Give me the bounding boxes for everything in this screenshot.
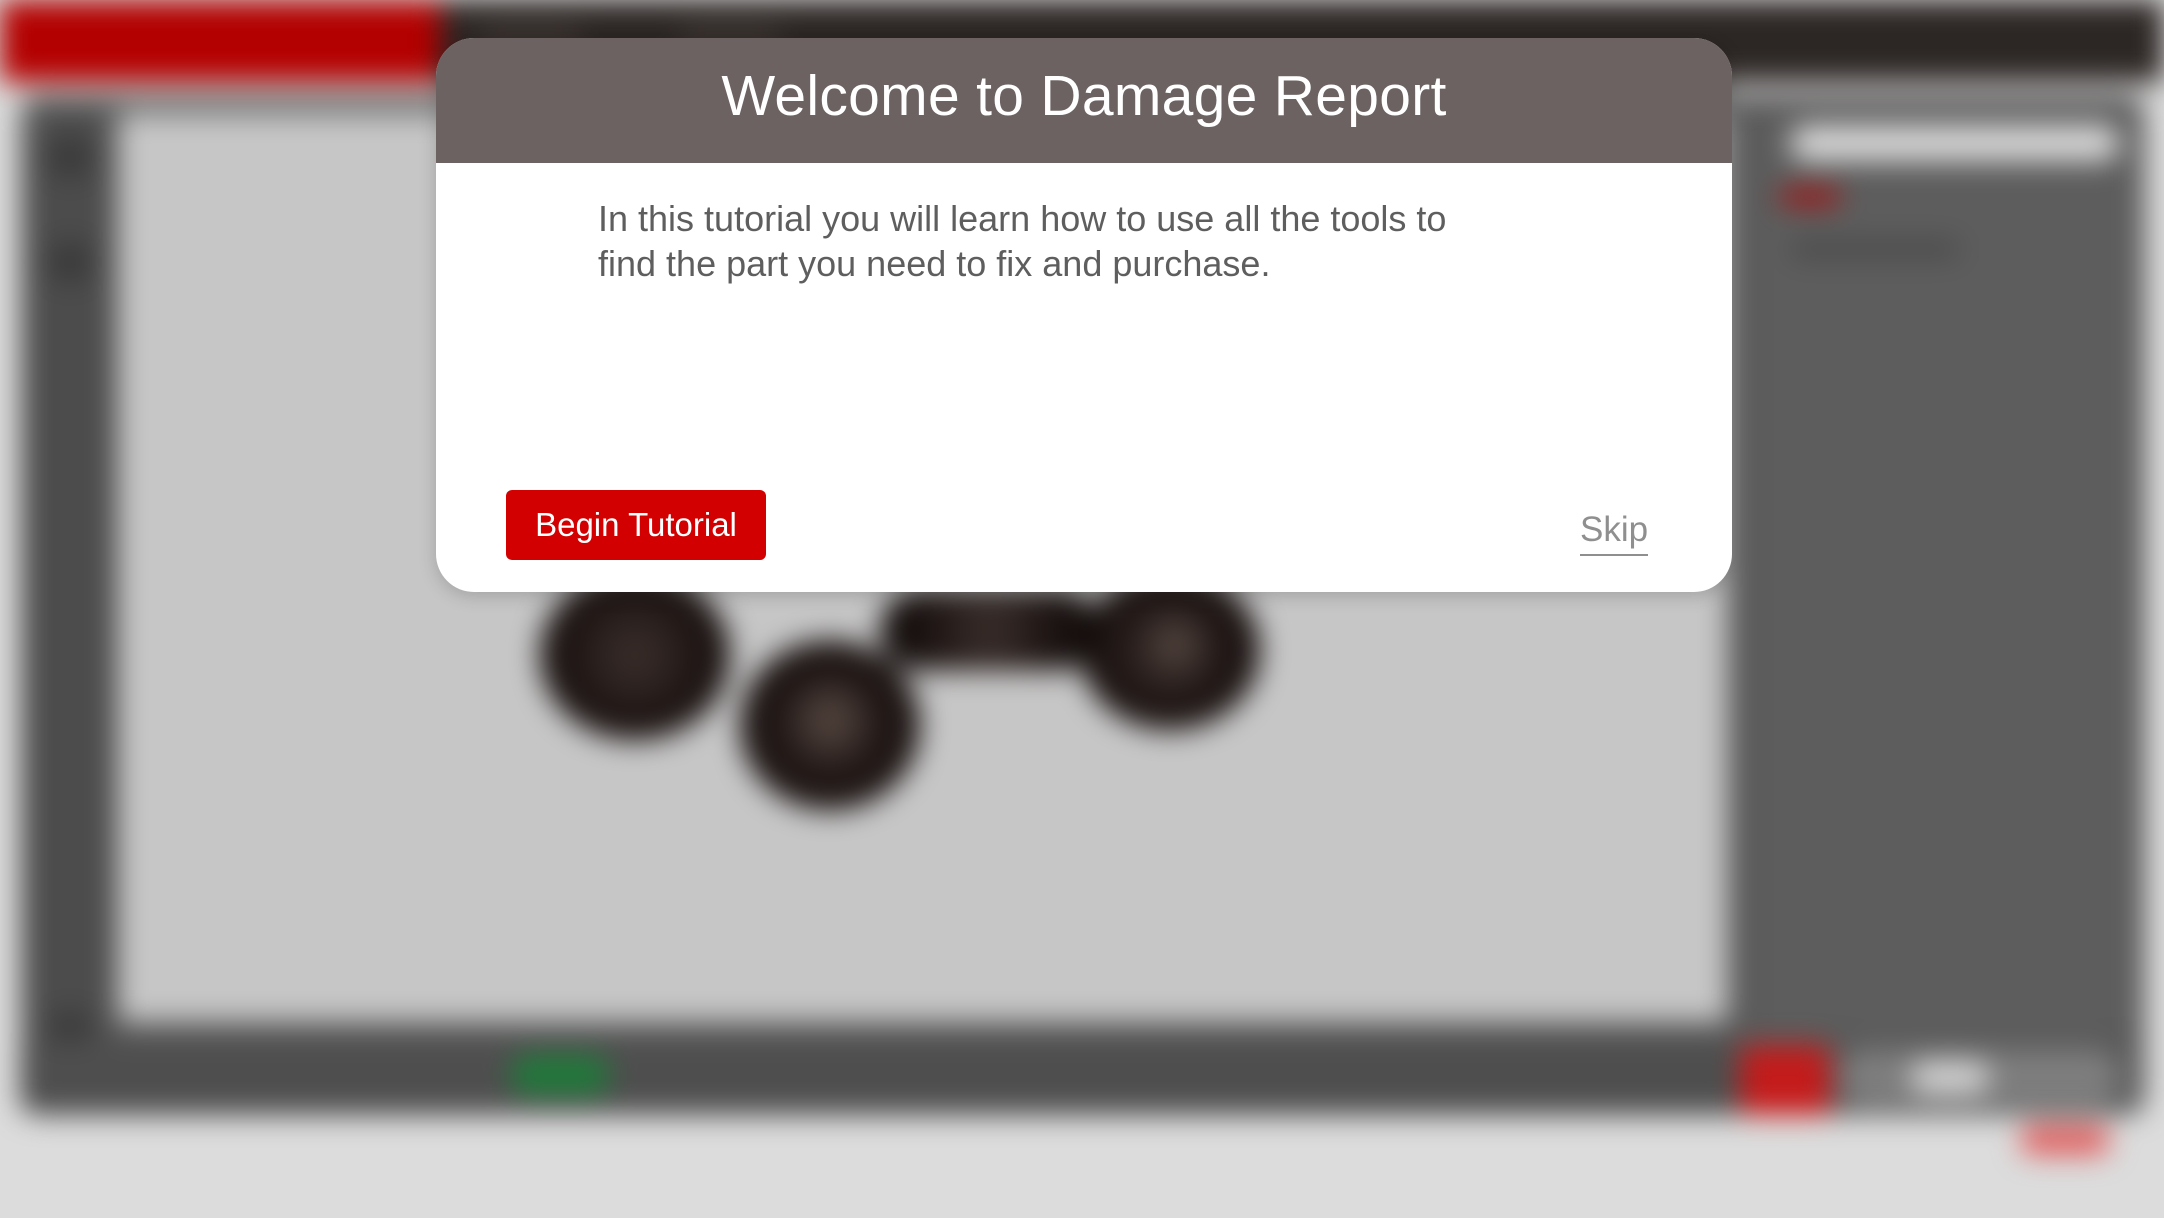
modal-description-line: In this tutorial you will learn how to u… (598, 198, 1447, 239)
welcome-modal: Welcome to Damage Report In this tutoria… (436, 38, 1732, 592)
action-button-bg (1740, 1045, 1830, 1115)
tool-icon (48, 135, 92, 179)
bottom-toolbar (20, 1040, 1740, 1112)
modal-title: Welcome to Damage Report (721, 63, 1447, 128)
axle-shape (880, 590, 1100, 670)
skip-link[interactable]: Skip (1580, 510, 1649, 556)
modal-description: In this tutorial you will learn how to u… (598, 196, 1558, 286)
panel-search-field (1790, 125, 2120, 161)
modal-header: Welcome to Damage Report (436, 38, 1732, 163)
wheel-shape (540, 570, 730, 740)
wheel-hub (1150, 620, 1200, 670)
wheel-hub (800, 690, 860, 750)
modal-description-line: find the part you need to fix and purcha… (598, 243, 1271, 284)
bottom-red-accent (2020, 1125, 2110, 1155)
panel-list-item (1790, 240, 1960, 258)
panel-accent (1780, 190, 1840, 204)
app-screen: Welcome to Damage Report In this tutoria… (0, 0, 2164, 1218)
tool-icon (48, 240, 92, 284)
brand-logo-area (0, 0, 440, 82)
begin-tutorial-button[interactable]: Begin Tutorial (506, 490, 766, 560)
bottom-right-button (1910, 1060, 1990, 1095)
status-pill (510, 1055, 610, 1095)
